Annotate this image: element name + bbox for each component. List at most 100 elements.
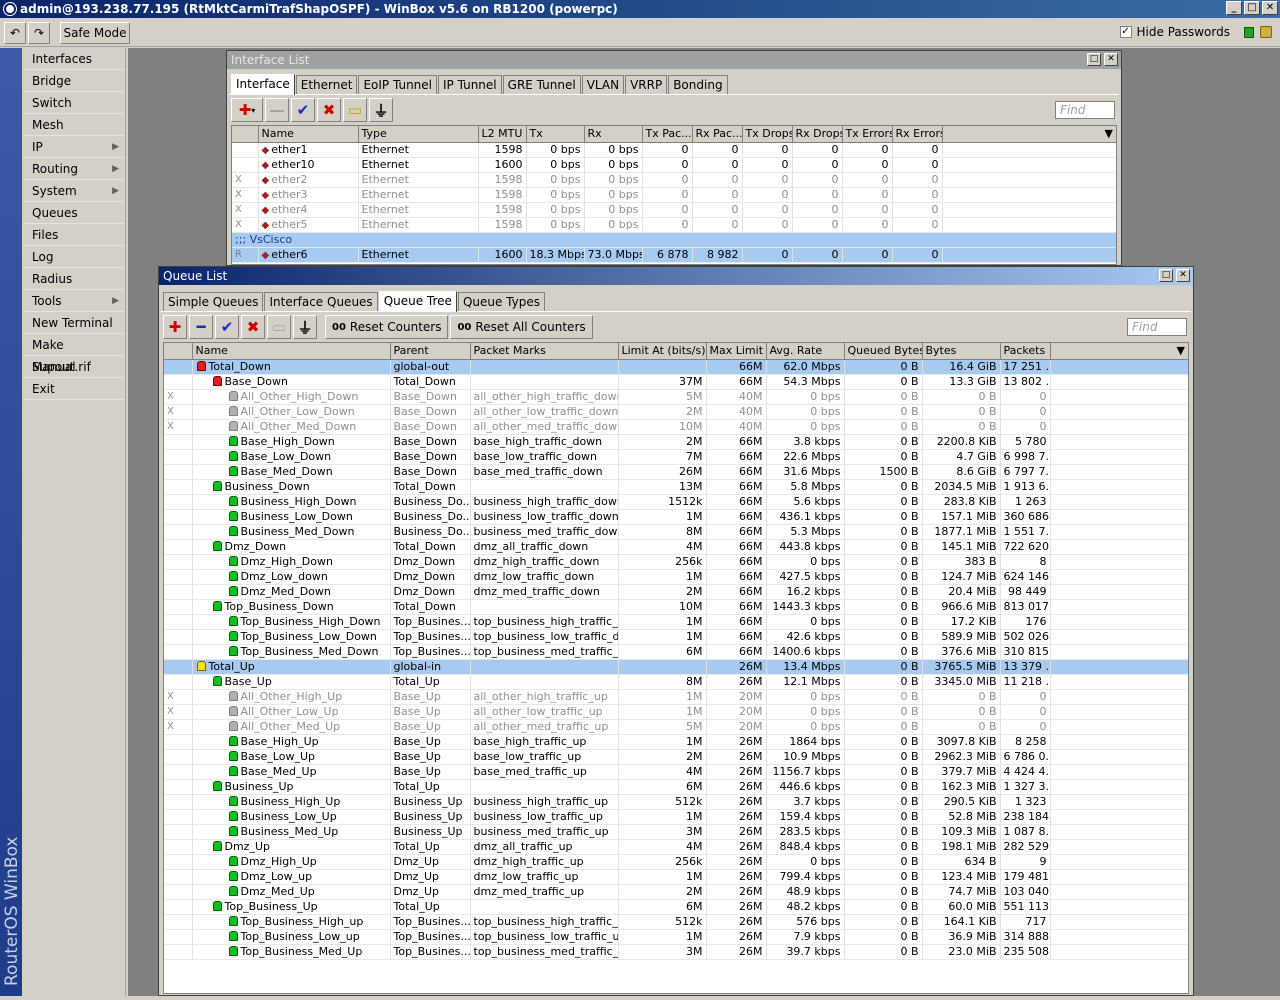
column-header[interactable]: Bytes: [922, 343, 1001, 360]
table-row[interactable]: Base_High_Up Base_Up base_high_traffic_up 1…: [164, 734, 1188, 750]
table-row[interactable]: Business_Med_Up Business_Up business_med_t…: [164, 824, 1188, 840]
table-row[interactable]: Business_High_Down Business_Do... business…: [164, 494, 1188, 510]
table-row[interactable]: ;;; VsCisco: [232, 232, 1116, 248]
tab-simple-queues[interactable]: Simple Queues: [163, 292, 264, 311]
tab-vrrp[interactable]: VRRP: [625, 75, 668, 94]
close-button[interactable]: ✕: [1262, 1, 1278, 15]
reset-all-counters-button[interactable]: 00 Reset All Counters: [450, 315, 593, 339]
sidebar-item-switch[interactable]: Switch: [24, 92, 125, 114]
table-row[interactable]: Dmz_High_Down Dmz_Down dmz_high_traffic_do…: [164, 554, 1188, 570]
tab-queue-types[interactable]: Queue Types: [457, 292, 545, 311]
table-row[interactable]: X All_Other_High_Up Base_Up all_other_high_…: [164, 689, 1188, 705]
enable-icon[interactable]: ✔: [291, 98, 315, 122]
column-header[interactable]: Rx: [584, 126, 643, 143]
tab-interface[interactable]: Interface: [231, 74, 295, 95]
tab-eoip-tunnel[interactable]: EoIP Tunnel: [358, 75, 437, 94]
table-row[interactable]: Dmz_Down Total_Down dmz_all_traffic_down 4M…: [164, 539, 1188, 555]
table-row[interactable]: X ◆ ether3 Ethernet 1598 0 bps 0 bps 0 0 0 0 0 0: [232, 187, 1116, 203]
filter-icon[interactable]: ⏚: [293, 315, 317, 339]
comment-icon[interactable]: ▭: [267, 315, 291, 339]
table-row[interactable]: Business_Low_Up Business_Up business_low_t…: [164, 809, 1188, 825]
queue-find-input[interactable]: Find: [1127, 318, 1187, 336]
comment-icon[interactable]: ▭: [343, 98, 367, 122]
table-row[interactable]: Business_High_Up Business_Up business_high…: [164, 794, 1188, 810]
column-header[interactable]: [164, 343, 193, 360]
column-header[interactable]: Max Limit ...: [706, 343, 767, 360]
sidebar-item-exit[interactable]: Exit: [24, 378, 125, 400]
table-row[interactable]: Dmz_Med_Down Dmz_Down dmz_med_traffic_down…: [164, 584, 1188, 600]
table-row[interactable]: Dmz_High_Up Dmz_Up dmz_high_traffic_up 256k…: [164, 854, 1188, 870]
filter-icon[interactable]: ⏚: [369, 98, 393, 122]
sidebar-item-routing[interactable]: Routing ▶: [24, 158, 125, 180]
add-icon[interactable]: ✚: [163, 315, 187, 339]
sidebar-item-queues[interactable]: Queues: [24, 202, 125, 224]
table-row[interactable]: Base_Down Total_Down 37M 66M 54.3 Mbps 0 B 13.…: [164, 374, 1188, 390]
tab-vlan[interactable]: VLAN: [581, 75, 625, 94]
table-row[interactable]: Business_Down Total_Down 13M 66M 5.8 Mbps 0 B…: [164, 479, 1188, 495]
remove-icon[interactable]: ━: [189, 315, 213, 339]
table-row[interactable]: Dmz_Med_Up Dmz_Up dmz_med_traffic_up 2M 26M 4…: [164, 884, 1188, 900]
table-row[interactable]: Top_Business_Low_up Top_Busines... top_bus…: [164, 929, 1188, 945]
minimize-button[interactable]: _: [1226, 1, 1242, 15]
table-row[interactable]: Top_Business_Med_Down Top_Busines... top_b…: [164, 644, 1188, 660]
table-row[interactable]: R ◆ ether6 Ethernet 1600 18.3 Mbps 73.0 Mbps 6 …: [232, 247, 1116, 263]
table-row[interactable]: Business_Low_Down Business_Do... business_…: [164, 509, 1188, 525]
sidebar-item-manual[interactable]: Manual: [24, 356, 125, 378]
table-row[interactable]: Business_Med_Down Business_Do... business_…: [164, 524, 1188, 540]
table-row[interactable]: X All_Other_Med_Up Base_Up all_other_med_tr…: [164, 719, 1188, 735]
column-header[interactable]: Name: [192, 343, 391, 360]
table-row[interactable]: X All_Other_Low_Up Base_Up all_other_low_tr…: [164, 704, 1188, 720]
redo-icon[interactable]: ↷: [28, 22, 50, 44]
interface-find-input[interactable]: Find: [1055, 101, 1115, 119]
tab-queue-tree[interactable]: Queue Tree: [378, 291, 457, 312]
table-row[interactable]: Business_Up Total_Up 6M 26M 446.6 kbps 0 B 162…: [164, 779, 1188, 795]
column-header[interactable]: Rx Drops: [792, 126, 843, 143]
table-row[interactable]: Dmz_Up Total_Up dmz_all_traffic_up 4M 26M 848…: [164, 839, 1188, 855]
column-header[interactable]: Packets: [1000, 343, 1051, 360]
table-row[interactable]: Dmz_Low_down Dmz_Down dmz_low_traffic_down…: [164, 569, 1188, 585]
column-header[interactable]: L2 MTU: [478, 126, 527, 143]
table-row[interactable]: Top_Business_High_up Top_Busines... top_bu…: [164, 914, 1188, 930]
table-row[interactable]: Base_Med_Down Base_Down base_med_traffic_d…: [164, 464, 1188, 480]
table-row[interactable]: Top_Business_Down Total_Down 10M 66M 1443.3 …: [164, 599, 1188, 615]
column-header[interactable]: Type: [358, 126, 479, 143]
table-row[interactable]: X ◆ ether2 Ethernet 1598 0 bps 0 bps 0 0 0 0 0 0: [232, 172, 1116, 188]
tab-ethernet[interactable]: Ethernet: [295, 75, 358, 94]
close-icon[interactable]: ✕: [1176, 269, 1190, 282]
table-row[interactable]: X All_Other_High_Down Base_Down all_other_h…: [164, 389, 1188, 405]
table-row[interactable]: X ◆ ether5 Ethernet 1598 0 bps 0 bps 0 0 0 0 0 0: [232, 217, 1116, 233]
table-row[interactable]: Total_Up global-in 26M 13.4 Mbps 0 B 3765.5 M…: [164, 659, 1188, 675]
table-row[interactable]: X All_Other_Med_Down Base_Down all_other_me…: [164, 419, 1188, 435]
maximize-icon[interactable]: □: [1159, 269, 1173, 282]
restore-button[interactable]: □: [1244, 1, 1260, 15]
tab-bonding[interactable]: Bonding: [668, 75, 728, 94]
enable-icon[interactable]: ✔: [215, 315, 239, 339]
table-row[interactable]: Dmz_Low_up Dmz_Up dmz_low_traffic_up 1M 26M 7…: [164, 869, 1188, 885]
maximize-icon[interactable]: □: [1087, 53, 1101, 66]
table-row[interactable]: Top_Business_High_Down Top_Busines... top_…: [164, 614, 1188, 630]
close-icon[interactable]: ✕: [1104, 53, 1118, 66]
tab-gre-tunnel[interactable]: GRE Tunnel: [502, 75, 581, 94]
column-chooser-icon[interactable]: ▼: [942, 126, 1116, 143]
disable-icon[interactable]: ✖: [317, 98, 341, 122]
table-row[interactable]: Base_Low_Up Base_Up base_low_traffic_up 2M 2…: [164, 749, 1188, 765]
sidebar-item-bridge[interactable]: Bridge: [24, 70, 125, 92]
table-row[interactable]: Base_Up Total_Up 8M 26M 12.1 Mbps 0 B 3345.0 M…: [164, 674, 1188, 690]
safe-mode-button[interactable]: Safe Mode: [60, 22, 130, 44]
table-row[interactable]: Base_High_Down Base_Down base_high_traffic…: [164, 434, 1188, 450]
tab-interface-queues[interactable]: Interface Queues: [264, 292, 378, 311]
sidebar-item-system[interactable]: System ▶: [24, 180, 125, 202]
column-header[interactable]: Rx Errors: [892, 126, 943, 143]
column-header[interactable]: Rx Pac...: [692, 126, 743, 143]
disable-icon[interactable]: ✖: [241, 315, 265, 339]
sidebar-item-log[interactable]: Log: [24, 246, 125, 268]
table-row[interactable]: Top_Business_Up Total_Up 6M 26M 48.2 kbps 0 B…: [164, 899, 1188, 915]
column-header[interactable]: Avg. Rate: [766, 343, 845, 360]
column-chooser-icon[interactable]: ▼: [1050, 343, 1188, 360]
table-row[interactable]: ◆ ether1 Ethernet 1598 0 bps 0 bps 0 0 0 0 0 0: [232, 142, 1116, 158]
tab-ip-tunnel[interactable]: IP Tunnel: [438, 75, 502, 94]
sidebar-item-ip[interactable]: IP ▶: [24, 136, 125, 158]
sidebar-item-new-terminal[interactable]: New Terminal: [24, 312, 125, 334]
column-header[interactable]: Tx: [526, 126, 585, 143]
reset-counters-button[interactable]: 00 Reset Counters: [325, 315, 449, 339]
